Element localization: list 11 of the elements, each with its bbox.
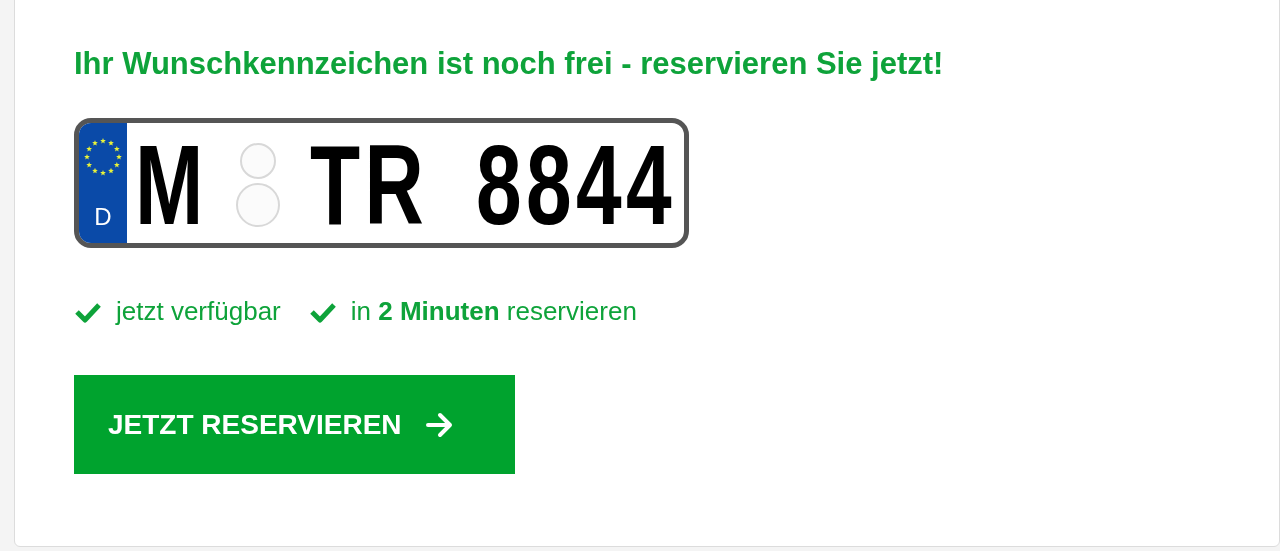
plate-district: M: [135, 128, 208, 243]
feature-text: jetzt verfügbar: [116, 295, 281, 329]
plate-letters: TR: [309, 128, 428, 243]
reserve-button[interactable]: JETZT RESERVIEREN: [74, 375, 515, 475]
country-code: D: [94, 205, 112, 230]
seal-icon: [239, 143, 276, 180]
plate-digits: 8844: [475, 128, 676, 243]
heading: Ihr Wunschkennzeichen ist noch frei - reservieren Sie jetzt!: [74, 45, 945, 83]
arrow-right-icon: [425, 411, 454, 438]
feature-text: in 2 Minuten reservieren: [350, 295, 637, 329]
eu-stars-icon: [83, 137, 123, 178]
